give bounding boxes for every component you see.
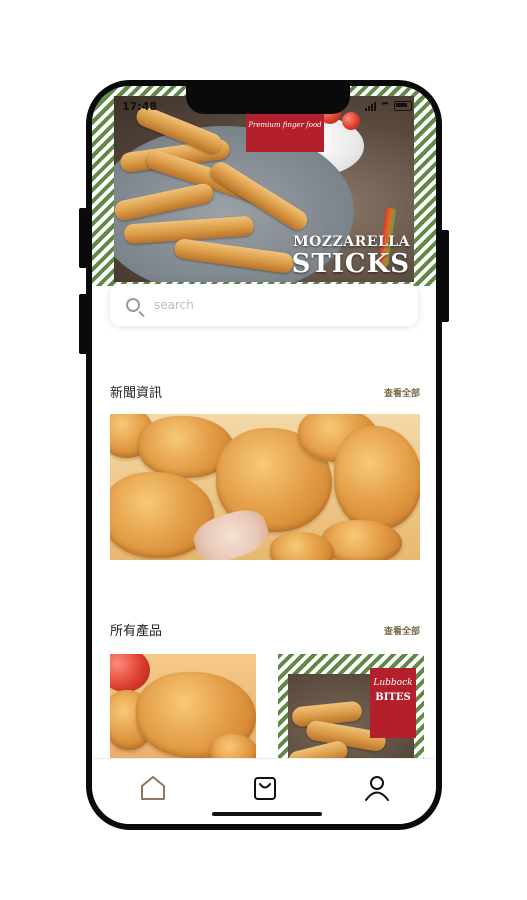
wifi-icon: [380, 102, 390, 110]
products-section-title: 所有產品: [110, 624, 163, 639]
status-time: 17:48: [122, 100, 158, 113]
hero-image: BITES Premium finger food MOZZARELLA STI…: [114, 96, 414, 282]
search-input[interactable]: search: [154, 298, 194, 312]
mozzarella-stick: [286, 739, 350, 760]
hero-banner[interactable]: BITES Premium finger food MOZZARELLA STI…: [92, 86, 436, 286]
tab-profile[interactable]: [362, 773, 392, 803]
search-bar[interactable]: search: [110, 284, 418, 326]
hero-title-line2: STICKS: [291, 249, 410, 279]
phone-frame: BITES Premium finger food MOZZARELLA STI…: [86, 80, 442, 830]
battery-icon: [394, 101, 412, 111]
shopping-bag-icon: [254, 777, 276, 800]
product-card[interactable]: [110, 654, 256, 760]
nugget: [334, 426, 420, 530]
news-section-title: 新聞資訊: [110, 386, 163, 401]
signal-icon: [365, 101, 376, 111]
product-card[interactable]: Lubbock BITES: [278, 654, 424, 760]
news-image[interactable]: [110, 414, 420, 560]
nugget: [322, 520, 402, 560]
products-view-all-link[interactable]: 查看全部: [384, 624, 420, 637]
tab-shop[interactable]: [250, 773, 280, 803]
product-badge-line1: Lubbock: [373, 678, 413, 688]
hero-title-line1: MOZZARELLA: [293, 234, 410, 250]
status-icons: [365, 101, 412, 111]
product-brand-badge: Lubbock BITES: [370, 668, 416, 738]
tomato: [110, 654, 150, 692]
home-indicator: [212, 812, 322, 816]
page: BITES Premium finger food MOZZARELLA STI…: [0, 0, 527, 900]
product-badge-line2: BITES: [375, 692, 411, 703]
brand-badge-subtitle: Premium finger food: [248, 121, 322, 129]
hero-product-title: MOZZARELLA STICKS: [210, 234, 410, 278]
user-icon: [365, 776, 389, 801]
nugget: [210, 734, 256, 760]
bottom-tab-bar: [92, 758, 436, 824]
news-view-all-link[interactable]: 查看全部: [384, 386, 420, 399]
notch: [186, 86, 350, 114]
tab-home[interactable]: [138, 773, 168, 803]
tomato: [342, 112, 360, 130]
home-icon: [141, 776, 165, 800]
search-icon: [126, 298, 140, 312]
